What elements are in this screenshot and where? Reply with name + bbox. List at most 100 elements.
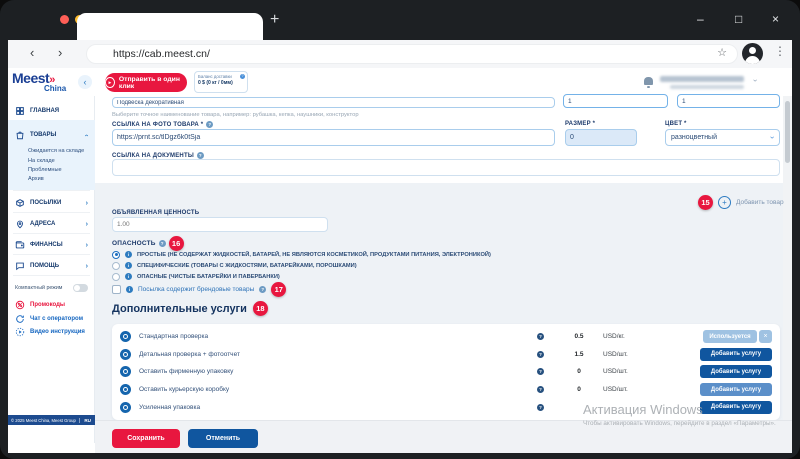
sidebar-item-pomosh[interactable]: ПОМОЩЬ › [8, 257, 95, 275]
content-scrollbar-thumb[interactable] [785, 101, 790, 163]
submenu-problemnye[interactable]: Проблемные [28, 165, 95, 174]
balance-info-icon[interactable]: ? [240, 74, 245, 79]
service-info-icon[interactable]: ? [537, 386, 544, 394]
divider [13, 190, 90, 191]
service-info-icon[interactable]: ? [537, 333, 544, 341]
sidebar-collapse-button[interactable]: ‹ [78, 75, 92, 89]
services-heading-row: Дополнительные услуги 18 [112, 301, 268, 316]
color-label: ЦВЕТ * [665, 121, 687, 127]
photo-info-icon[interactable]: ? [206, 121, 214, 128]
price-input[interactable] [677, 94, 780, 108]
service-unit: USD/кг. [603, 333, 625, 341]
docs-link-label: ССЫЛКА НА ДОКУМЕНТЫ [112, 152, 194, 159]
service-row: Детальная проверка + фотоотчет ? 1.5 USD… [120, 347, 772, 361]
url-text[interactable]: https://cab.meest.cn/ [113, 45, 210, 63]
delivery-balance-widget[interactable]: Баланс доставки 0 $ (0 кг / 0мм) ? [194, 71, 248, 93]
bookmark-star-icon[interactable]: ☆ [717, 46, 727, 59]
radio-selected[interactable] [112, 250, 120, 259]
add-product-button[interactable]: Добавить товар [736, 199, 784, 206]
user-menu-chevron-icon[interactable]: › [751, 79, 760, 82]
service-used-button[interactable]: Используется [703, 330, 757, 344]
branded-label: Посылка содержит брендовые товары [138, 286, 255, 293]
balance-label: Баланс доставки [198, 74, 232, 79]
color-select[interactable]: разноцветный › [665, 129, 780, 146]
service-check-icon [120, 331, 131, 343]
danger-option-dangerous[interactable]: i ОПАСНЫЕ (ЧИСТЫЕ БАТАРЕЙКИ И ПАВЕРБАНКИ… [112, 272, 280, 281]
branded-info-icon[interactable]: i [126, 286, 133, 293]
sidebar-link-video-instrukciya[interactable]: Видео инструкция [8, 323, 95, 341]
browser-tab[interactable] [77, 13, 263, 40]
option-info-icon[interactable]: i [125, 273, 132, 280]
window-close-icon[interactable]: × [772, 12, 779, 26]
submenu-ozhidaetsya[interactable]: Ожидается на складе [28, 146, 95, 155]
add-service-button[interactable]: Добавить услугу [700, 400, 772, 414]
submenu-na-sklade[interactable]: На складе [28, 156, 95, 165]
notifications-bell-icon[interactable] [644, 77, 653, 88]
service-price: 1.5 [574, 350, 584, 358]
user-id-redacted [670, 85, 744, 89]
service-remove-icon[interactable]: × [759, 330, 772, 344]
sidebar-label: ПОМОЩЬ [30, 263, 60, 269]
forward-icon[interactable]: › [58, 45, 62, 60]
divider [13, 275, 90, 276]
cancel-button[interactable]: Отменить [188, 429, 258, 448]
docs-link-input[interactable] [112, 159, 780, 176]
add-service-button[interactable]: Добавить услугу [700, 347, 772, 361]
user-name-redacted[interactable] [660, 76, 744, 82]
location-pin-icon [15, 219, 25, 229]
language-switcher[interactable]: RU [79, 417, 95, 423]
submenu-arhiv[interactable]: Архив [28, 174, 95, 183]
danger-option-simple[interactable]: i ПРОСТЫЕ (НЕ СОДЕРЖАТ ЖИДКОСТЕЙ, БАТАРЕ… [112, 250, 491, 259]
chevron-down-icon: › [768, 136, 778, 139]
back-icon[interactable]: ‹ [30, 45, 34, 60]
branded-checkbox[interactable] [112, 285, 121, 294]
photo-link-input[interactable] [112, 129, 555, 146]
danger-option-specific[interactable]: i СПЕЦИФИЧЕСКИЕ (ТОВАРЫ С ЖИДКОСТЯМИ, БА… [112, 261, 357, 270]
video-label: Видео инструкция [30, 329, 85, 335]
add-plus-icon[interactable]: + [718, 196, 731, 209]
promo-label: Промокоды [30, 302, 66, 308]
option-info-icon[interactable]: i [125, 251, 132, 258]
window-minimize-icon[interactable]: – [697, 12, 704, 26]
branded-goods-row[interactable]: i Посылка содержит брендовые товары ? 17 [112, 282, 287, 297]
sidebar-item-finansy[interactable]: ФИНАНСЫ › [8, 236, 95, 254]
service-info-icon[interactable]: ? [537, 403, 544, 411]
traffic-close-icon[interactable] [60, 15, 69, 24]
declared-value-input[interactable] [112, 217, 328, 232]
compact-mode-toggle[interactable] [73, 284, 88, 292]
chat-bubble-icon [15, 261, 25, 271]
new-tab-button[interactable]: + [270, 11, 279, 29]
url-bar[interactable]: https://cab.meest.cn/ ☆ [86, 44, 738, 64]
radio[interactable] [112, 261, 120, 270]
sidebar-item-glavnaya[interactable]: ГЛАВНАЯ [8, 102, 95, 120]
wallet-icon [15, 240, 25, 250]
sidebar-item-tovary[interactable]: ТОВАРЫ › [8, 126, 95, 144]
browser-profile-avatar[interactable] [742, 43, 763, 64]
divider [13, 212, 90, 213]
divider [13, 233, 90, 234]
browser-menu-icon[interactable]: ⋮ [774, 44, 786, 58]
send-icon: ▸ [105, 77, 115, 88]
radio[interactable] [112, 272, 120, 281]
window-maximize-icon[interactable]: □ [735, 12, 742, 26]
sidebar: ГЛАВНАЯ ТОВАРЫ › Ожидается на складе На … [8, 96, 95, 443]
size-input[interactable] [565, 129, 637, 146]
product-name-input[interactable] [112, 97, 555, 108]
home-grid-icon [15, 106, 25, 116]
declared-value-label: ОБЪЯВЛЕННАЯ ЦЕННОСТЬ [112, 210, 200, 216]
branded-question-icon[interactable]: ? [259, 286, 267, 293]
sidebar-item-adresa[interactable]: АДРЕСА › [8, 215, 95, 233]
service-info-icon[interactable]: ? [537, 368, 544, 376]
option-info-icon[interactable]: i [125, 262, 132, 269]
danger-info-icon[interactable]: ? [158, 240, 166, 247]
add-service-button[interactable]: Добавить услугу [700, 365, 772, 379]
docs-info-icon[interactable]: ? [196, 152, 204, 159]
quantity-input[interactable] [563, 94, 668, 108]
save-button[interactable]: Сохранить [112, 429, 180, 448]
service-info-icon[interactable]: ? [537, 350, 544, 358]
send-one-click-button[interactable]: ▸ Отправить в один клик [105, 73, 187, 92]
add-service-button[interactable]: Добавить услугу [700, 383, 772, 397]
tutorial-badge-16: 16 [168, 236, 184, 251]
sidebar-label: ФИНАНСЫ [30, 242, 63, 248]
sidebar-item-posylki[interactable]: ПОСЫЛКИ › [8, 194, 95, 212]
